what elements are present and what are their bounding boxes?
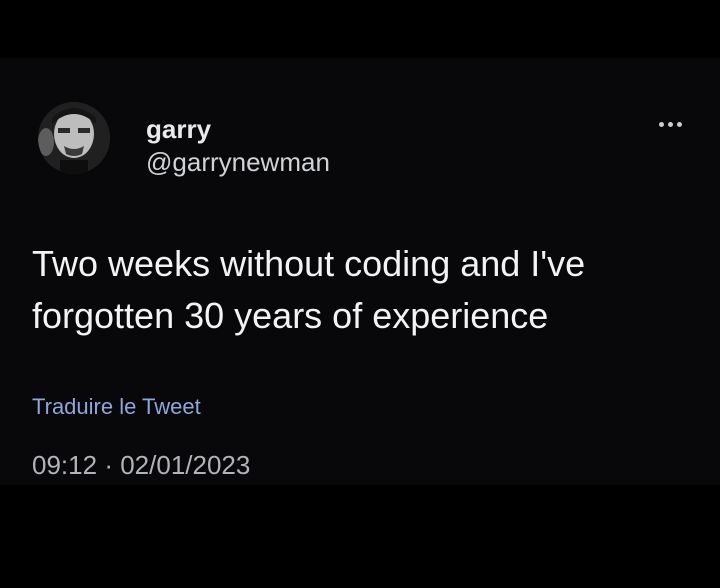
- profile-photo-icon: [38, 102, 110, 174]
- tweet-text-line: Two weeks without coding and I've: [32, 243, 586, 284]
- author-display-name[interactable]: garry: [146, 114, 211, 144]
- tweet-card: garry @garrynewman Two weeks without cod…: [0, 58, 720, 485]
- more-dots-icon: [676, 121, 682, 127]
- tweet-time: 09:12: [32, 450, 98, 480]
- more-options-button[interactable]: [648, 114, 692, 134]
- translate-tweet-link[interactable]: Traduire le Tweet: [32, 394, 201, 420]
- more-dots-icon: [667, 121, 673, 127]
- author-handle[interactable]: @garrynewman: [146, 147, 330, 177]
- author-avatar[interactable]: [38, 102, 110, 174]
- more-dots-icon: [658, 121, 664, 127]
- tweet-date: 02/01/2023: [120, 450, 251, 480]
- timestamp-separator: ·: [104, 450, 113, 480]
- tweet-text-line: forgotten 30 years of experience: [32, 295, 549, 336]
- tweet-text: Two weeks without coding and I've forgot…: [32, 238, 702, 342]
- tweet-timestamp[interactable]: 09:12 · 02/01/2023: [32, 450, 250, 480]
